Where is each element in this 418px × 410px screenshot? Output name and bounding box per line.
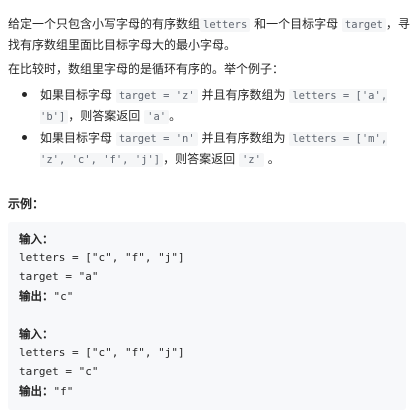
example-2-output-line: 输出："f" [19, 383, 73, 400]
bullet-1-text-4: 。 [169, 109, 182, 123]
example-1-output-label: 输出： [19, 289, 54, 303]
cyclic-note-paragraph: 在比较时，数组里字母的是循环有序的。举个例子： [8, 62, 285, 76]
example-2-input-label: 输入： [19, 327, 54, 341]
example-code-block: 输入： letters = ["c", "f", "j"] target = "… [8, 222, 406, 410]
example-1-output-value: "c" [53, 290, 74, 303]
description-text-2: 和一个目标字母 [250, 17, 342, 31]
bullet-2-text-3: ，则答案返回 [163, 152, 239, 166]
bullet-1-text-3: ，则答案返回 [68, 109, 145, 123]
target-code: target [341, 18, 386, 32]
letters-code: letters [200, 18, 251, 32]
bullet-1-text-1: 如果目标字母 [40, 88, 116, 102]
description-paragraph: 给定一个只包含小写字母的有序数组 letters 和一个目标字母 target ，寻… [8, 14, 410, 55]
bullet-2-text-1: 如果目标字母 [40, 131, 116, 145]
bullet-2-text-4: 。 [263, 152, 280, 166]
example-2-target-line: target = "c" [19, 365, 99, 378]
example-2-output-value: "f" [53, 385, 74, 398]
bullet-2-answer-code: 'z' [238, 153, 264, 167]
bullet-1-text-2: 并且有序数组为 [197, 88, 290, 102]
bullet-dot-icon [22, 92, 27, 97]
bullet-1-target-code: target = 'z' [115, 89, 198, 103]
example-1-letters-line: letters = ["c", "f", "j"] [19, 251, 185, 264]
bullet-2-target-code: target = 'n' [115, 132, 198, 146]
example-1-input-label: 输入： [19, 232, 54, 246]
problem-description: 给定一个只包含小写字母的有序数组 letters 和一个目标字母 target ，寻… [8, 14, 410, 170]
example-2-letters-line: letters = ["c", "f", "j"] [19, 346, 185, 359]
example-1-target-line: target = "a" [19, 270, 99, 283]
example-heading: 示例： [8, 197, 45, 211]
description-text-1: 给定一个只包含小写字母的有序数组 [8, 17, 201, 31]
bullet-item-2: 如果目标字母 target = 'n' 并且有序数组为 letters = ['… [8, 128, 410, 170]
example-bullet-list: 如果目标字母 target = 'z' 并且有序数组为 letters = ['… [8, 85, 410, 170]
example-2-output-label: 输出： [19, 384, 54, 398]
bullet-dot-icon [22, 135, 27, 140]
bullet-2-text-2: 并且有序数组为 [197, 131, 290, 145]
example-1-output-line: 输出："c" [19, 288, 73, 305]
bullet-item-1: 如果目标字母 target = 'z' 并且有序数组为 letters = ['… [8, 85, 410, 127]
bullet-1-answer-code: 'a' [144, 110, 170, 124]
